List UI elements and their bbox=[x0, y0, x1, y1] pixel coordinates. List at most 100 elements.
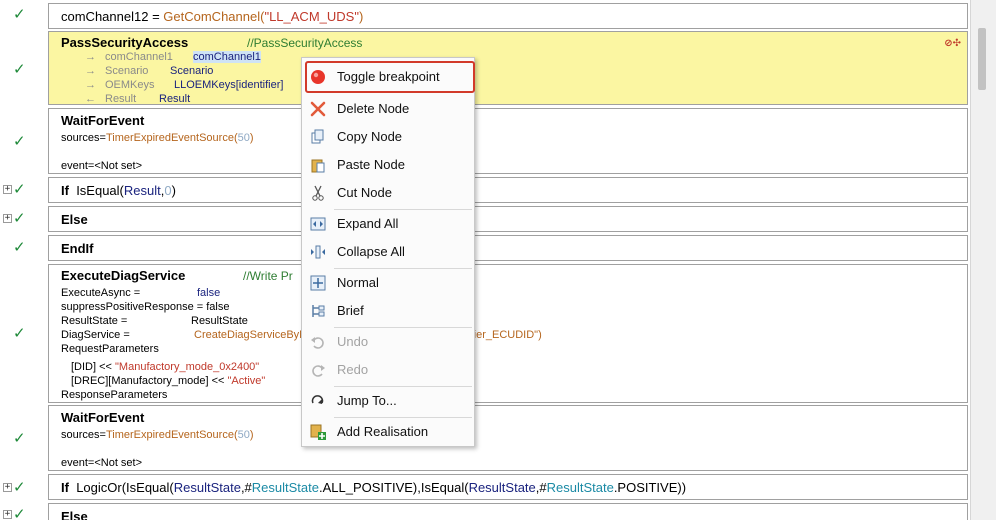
scissors-icon bbox=[310, 185, 326, 201]
menu-item-copy-node[interactable]: Copy Node bbox=[302, 124, 474, 150]
menu-item-paste-node[interactable]: Paste Node bbox=[302, 152, 474, 178]
menu-item-normal[interactable]: Normal bbox=[302, 270, 474, 296]
sources-label: sources= bbox=[61, 132, 106, 144]
node-if-logicor[interactable]: If LogicOr(IsEqual(ResultState,#ResultSt… bbox=[48, 474, 968, 500]
expr-part: ,# bbox=[240, 480, 252, 495]
redo-icon bbox=[310, 362, 326, 378]
node-wait-for-event[interactable]: WaitForEvent sources=TimerExpiredEventSo… bbox=[48, 108, 968, 174]
expand-node-icon[interactable]: + bbox=[3, 483, 12, 492]
expr-part: .ALL_POSITIVE),IsEqual( bbox=[318, 480, 469, 495]
menu-item-add-realisation[interactable]: Add Realisation bbox=[302, 419, 474, 445]
node-pass-security-access[interactable]: PassSecurityAccess //PassSecurityAccess … bbox=[48, 31, 968, 105]
keyword: If bbox=[61, 183, 69, 198]
number-arg: 50 bbox=[237, 429, 250, 441]
response-parameters-label: ResponseParameters bbox=[61, 389, 168, 401]
breakpoint-move-icon[interactable]: ⊘✣ bbox=[944, 38, 961, 49]
event-value: event=<Not set> bbox=[61, 457, 143, 469]
menu-separator bbox=[334, 327, 472, 328]
node-comchannel[interactable]: comChannel12 = GetComChannel("LL_ACM_UDS… bbox=[48, 3, 968, 29]
brief-view-icon bbox=[310, 303, 326, 319]
menu-separator bbox=[334, 386, 472, 387]
undo-icon bbox=[310, 334, 326, 350]
menu-item-collapse-all[interactable]: Collapse All bbox=[302, 239, 474, 265]
menu-separator bbox=[334, 268, 472, 269]
menu-item-redo: Redo bbox=[302, 357, 474, 383]
menu-item-delete-node[interactable]: Delete Node bbox=[302, 96, 474, 122]
menu-item-brief[interactable]: Brief bbox=[302, 298, 474, 324]
menu-item-label: Add Realisation bbox=[337, 424, 429, 439]
add-realisation-icon bbox=[310, 424, 326, 440]
arg: ResultState bbox=[546, 480, 614, 495]
param-value[interactable]: "Manufactory_mode_0x2400" bbox=[115, 361, 259, 373]
keyword: EndIf bbox=[61, 241, 94, 256]
scrollbar-thumb[interactable] bbox=[978, 28, 986, 90]
menu-item-label: Toggle breakpoint bbox=[337, 69, 440, 84]
node-else[interactable]: Else bbox=[48, 503, 968, 520]
keyword: If bbox=[61, 480, 69, 495]
param-arrow: ← bbox=[85, 93, 96, 105]
arg: Result bbox=[123, 183, 161, 198]
check-icon: ✓ bbox=[13, 209, 26, 227]
menu-separator bbox=[334, 209, 472, 210]
param-value[interactable]: Result bbox=[159, 93, 190, 105]
param-arrow: → bbox=[85, 51, 96, 63]
function-name: TimerExpiredEventSource bbox=[105, 429, 234, 441]
node-wait-for-event[interactable]: WaitForEvent sources=TimerExpiredEventSo… bbox=[48, 405, 968, 471]
menu-item-label: Expand All bbox=[337, 216, 399, 231]
menu-item-expand-all[interactable]: Expand All bbox=[302, 211, 474, 237]
field-label: DiagService = bbox=[61, 329, 130, 341]
param-value[interactable]: LLOEMKeys[identifier] bbox=[174, 79, 283, 91]
check-icon: ✓ bbox=[13, 429, 26, 447]
check-icon: ✓ bbox=[13, 180, 26, 198]
expr-part: .POSITIVE)) bbox=[613, 480, 687, 495]
vertical-scrollbar[interactable] bbox=[970, 0, 996, 520]
function-name: IsEqual( bbox=[76, 183, 124, 198]
menu-item-label: Brief bbox=[337, 303, 364, 318]
number-arg: 0 bbox=[164, 183, 172, 198]
node-title: ExecuteDiagService bbox=[61, 268, 186, 283]
param-name: OEMKeys bbox=[105, 79, 155, 91]
field-value[interactable]: CreateDiagServiceByN bbox=[194, 329, 307, 341]
event-value: event=<Not set> bbox=[61, 160, 143, 172]
number-arg: 50 bbox=[237, 132, 250, 144]
field-label: suppressPositiveResponse = false bbox=[61, 301, 230, 313]
expand-node-icon[interactable]: + bbox=[3, 185, 12, 194]
jump-icon bbox=[310, 393, 326, 409]
menu-item-toggle-breakpoint[interactable]: Toggle breakpoint bbox=[302, 64, 474, 90]
node-if[interactable]: If IsEqual(Result,0) bbox=[48, 177, 968, 203]
paren: ) bbox=[249, 132, 254, 144]
copy-icon bbox=[310, 129, 326, 145]
field-value[interactable]: ResultState bbox=[191, 315, 248, 327]
normal-view-icon bbox=[310, 275, 326, 291]
keyword: Else bbox=[61, 509, 88, 520]
param-value[interactable]: comChannel1 bbox=[193, 51, 261, 63]
red-x-icon bbox=[310, 101, 326, 117]
node-title: PassSecurityAccess bbox=[61, 35, 189, 50]
menu-item-label: Collapse All bbox=[337, 244, 405, 259]
collapse-icon bbox=[310, 244, 326, 260]
expand-node-icon[interactable]: + bbox=[3, 510, 12, 519]
menu-item-label: Copy Node bbox=[337, 129, 403, 144]
param-name: comChannel1 bbox=[105, 51, 173, 63]
expand-node-icon[interactable]: + bbox=[3, 214, 12, 223]
paren: ) bbox=[171, 183, 176, 198]
node-comment: //PassSecurityAccess bbox=[247, 36, 363, 50]
check-icon: ✓ bbox=[13, 132, 26, 150]
menu-item-label: Delete Node bbox=[337, 101, 410, 116]
operator: = bbox=[148, 9, 164, 24]
menu-item-label: Undo bbox=[337, 334, 369, 349]
node-title: WaitForEvent bbox=[61, 113, 145, 128]
node-execute-diag-service[interactable]: ExecuteDiagService //Write Pr ExecuteAsy… bbox=[48, 264, 968, 403]
field-value[interactable]: false bbox=[197, 287, 220, 299]
sources-label: sources= bbox=[61, 429, 106, 441]
param-value[interactable]: "Active" bbox=[228, 375, 266, 387]
param-value[interactable]: Scenario bbox=[170, 65, 213, 77]
menu-item-label: Paste Node bbox=[337, 157, 405, 172]
expand-icon bbox=[310, 216, 326, 232]
validation-gutter: ✓ ✓ ✓ + ✓ + ✓ ✓ ✓ ✓ + ✓ + ✓ bbox=[0, 0, 48, 520]
node-else[interactable]: Else bbox=[48, 206, 968, 232]
menu-item-cut-node[interactable]: Cut Node bbox=[302, 180, 474, 206]
check-icon: ✓ bbox=[13, 478, 26, 496]
menu-item-jump-to[interactable]: Jump To... bbox=[302, 388, 474, 414]
node-endif[interactable]: EndIf bbox=[48, 235, 968, 261]
